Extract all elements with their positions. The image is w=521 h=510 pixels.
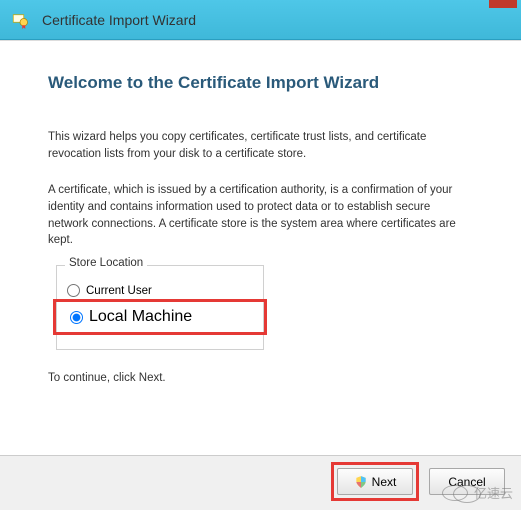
radio-local-machine-label: Local Machine: [89, 308, 192, 326]
title-bar: Certificate Import Wizard: [0, 0, 521, 40]
wizard-intro: This wizard helps you copy certificates,…: [48, 129, 473, 162]
store-location-label: Store Location: [65, 257, 147, 269]
certificate-wizard-icon: [10, 10, 30, 30]
radio-local-machine[interactable]: Local Machine: [53, 299, 267, 335]
wizard-description: A certificate, which is issued by a cert…: [48, 182, 473, 249]
close-hint-edge: [489, 0, 517, 8]
uac-shield-icon: [354, 475, 368, 489]
radio-current-user-input[interactable]: [67, 284, 80, 297]
wizard-heading: Welcome to the Certificate Import Wizard: [48, 73, 473, 93]
radio-local-machine-input[interactable]: [70, 311, 83, 324]
watermark: 亿速云: [442, 483, 513, 502]
continue-hint: To continue, click Next.: [48, 372, 473, 384]
radio-current-user[interactable]: Current User: [67, 282, 253, 299]
next-button-highlight: Next: [331, 462, 419, 501]
store-location-group: Store Location Current User Local Machin…: [56, 265, 264, 350]
watermark-logo-icon: [442, 485, 468, 501]
window-title: Certificate Import Wizard: [42, 12, 196, 28]
next-button-label: Next: [372, 475, 397, 489]
next-button[interactable]: Next: [337, 468, 413, 495]
radio-current-user-label: Current User: [86, 285, 152, 297]
wizard-body: Welcome to the Certificate Import Wizard…: [0, 40, 521, 455]
